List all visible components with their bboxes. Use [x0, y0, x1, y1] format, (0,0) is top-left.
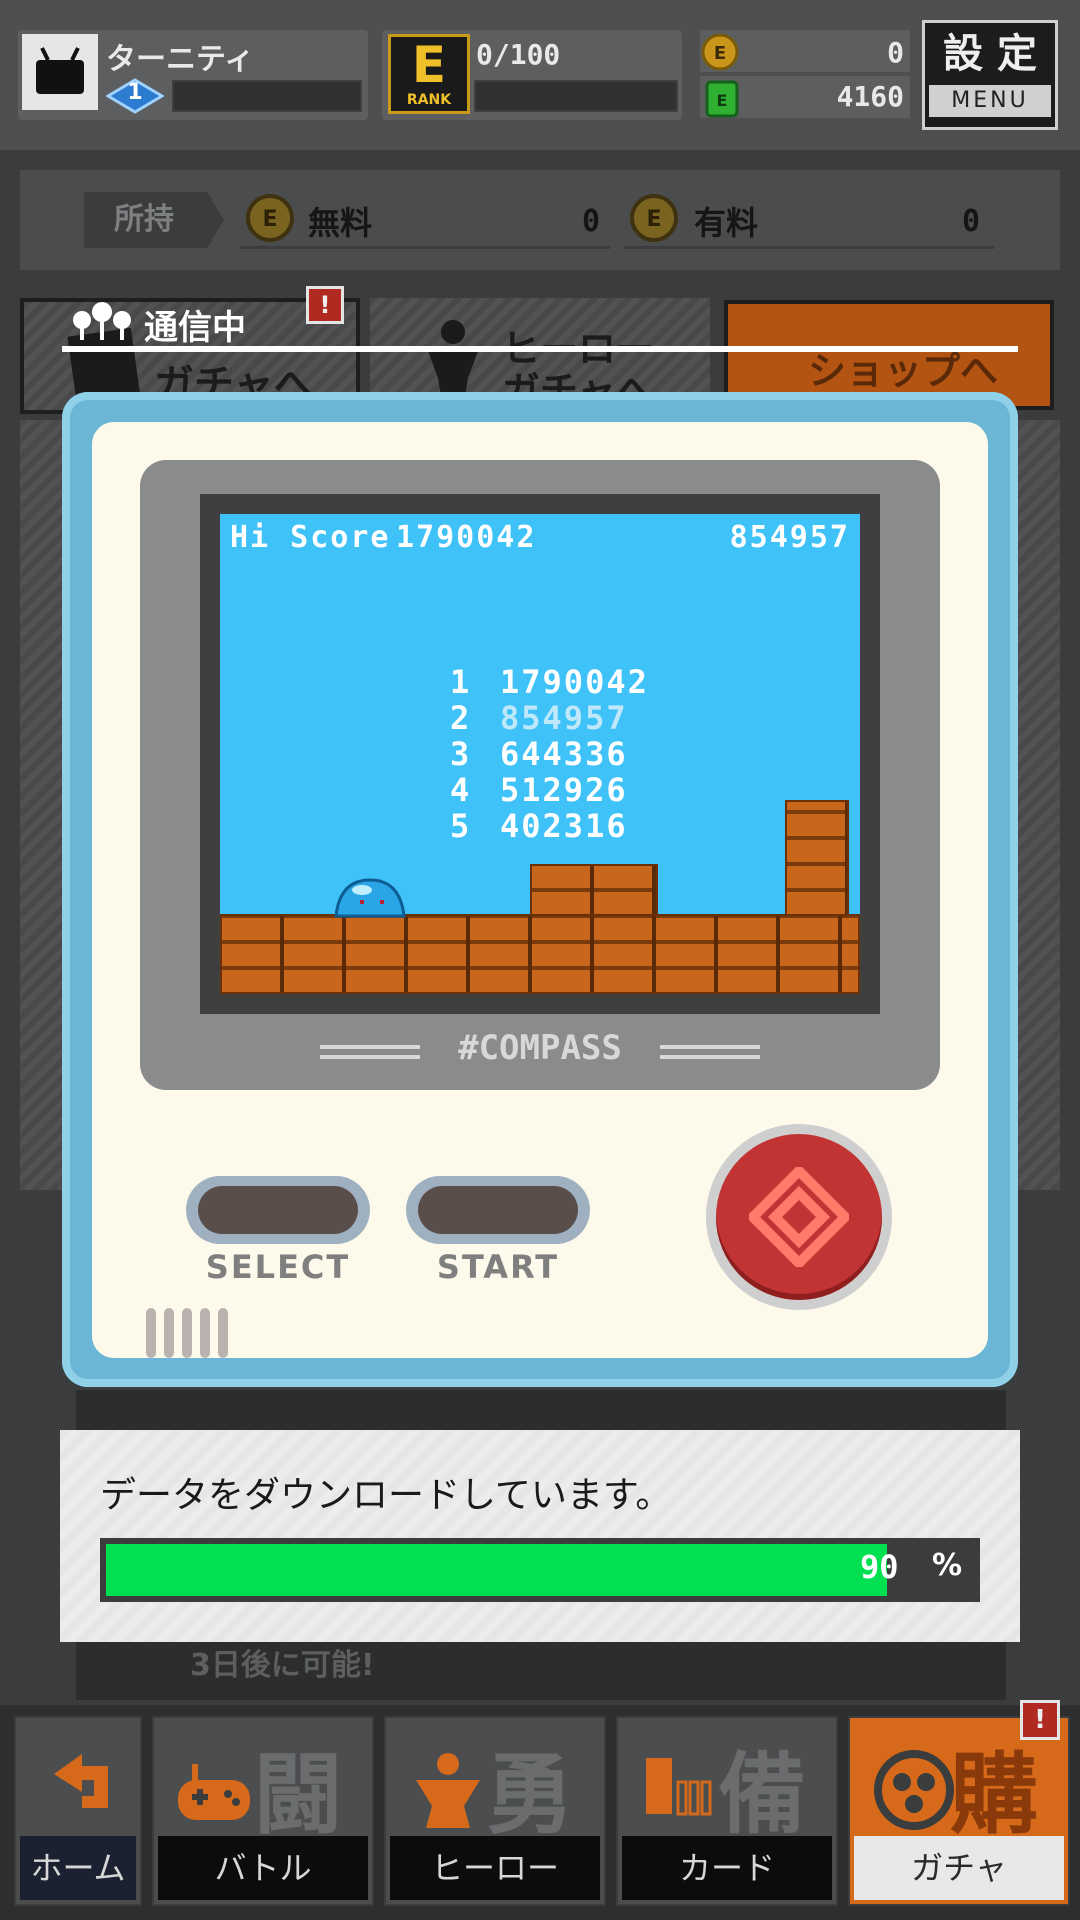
nav-hero[interactable]: 勇 ヒーロー	[384, 1716, 606, 1906]
nav-home-label: ホーム	[20, 1836, 136, 1900]
ranking-row-current: 2 854957	[450, 699, 628, 737]
green-coin-icon: E	[702, 76, 742, 124]
nav-gacha[interactable]: 購 ガチャ	[848, 1716, 1070, 1906]
rank-progress-bar	[474, 80, 678, 112]
tv-icon	[36, 47, 84, 94]
action-button[interactable]	[706, 1124, 892, 1310]
paid-value: 0	[961, 204, 980, 239]
free-label: 無料	[308, 204, 373, 242]
cooldown-text: 3日後に可能!	[190, 1648, 375, 1683]
rank-badge: E RANK	[388, 34, 470, 114]
card-nav-icon	[646, 1758, 712, 1816]
nav-gacha-kanji: 購	[950, 1743, 1039, 1846]
brand-line-right	[660, 1045, 760, 1049]
select-label: SELECT	[205, 1248, 351, 1286]
hero-nav-icon	[416, 1753, 480, 1828]
brand-line-left	[320, 1045, 420, 1049]
download-message: データをダウンロードしています。	[100, 1475, 672, 1516]
gold-coin-icon: E	[700, 32, 740, 76]
connecting-icon	[73, 302, 131, 340]
game-screen[interactable]: Hi Score 1790042 854957 1 1790042 2 854957…	[220, 514, 860, 994]
ranking-row: 4 512926	[450, 771, 628, 809]
hi-score-value: 1790042	[396, 520, 537, 555]
gamepad-icon	[178, 1764, 250, 1820]
select-button[interactable]	[186, 1176, 370, 1244]
brick-ground	[220, 914, 860, 994]
green-coin-value: 4160	[836, 80, 904, 113]
connecting-label: 通信中	[144, 308, 246, 348]
holdings-label: 所持	[114, 202, 174, 237]
settings-menu-button[interactable]: 設 定 MENU	[922, 20, 1058, 130]
player-avatar[interactable]	[22, 34, 98, 110]
download-progress-fill	[106, 1544, 887, 1596]
brick-block	[530, 864, 658, 916]
svg-text:E: E	[717, 91, 728, 110]
paid-coin-icon: E	[628, 192, 680, 248]
rank-progress-text: 0/100	[476, 38, 561, 71]
gold-coin-value: 0	[887, 36, 904, 69]
card-gacha-alert-icon: !	[306, 286, 344, 324]
gacha-alert-icon: !	[1020, 1700, 1060, 1740]
nav-battle-label: バトル	[158, 1836, 368, 1900]
nav-hero-label: ヒーロー	[390, 1836, 600, 1900]
holdings-tag: 所持	[84, 192, 224, 248]
download-percent-value: 90	[860, 1548, 899, 1586]
free-coin-icon: E	[244, 192, 296, 248]
ranking-row: 3 644336	[450, 735, 628, 773]
svg-text:E: E	[714, 43, 726, 64]
level-number: 1	[127, 80, 143, 105]
gacha-nav-icon	[874, 1750, 954, 1830]
paid-label: 有料	[694, 204, 759, 242]
player-name: ターニティ	[106, 42, 255, 77]
nav-gacha-label: ガチャ	[854, 1836, 1064, 1900]
back-arrow-icon	[54, 1754, 108, 1808]
nav-battle[interactable]: 闘 バトル	[152, 1716, 374, 1906]
settings-label: 設 定	[943, 31, 1037, 77]
nav-hero-kanji: 勇	[486, 1743, 575, 1846]
current-score: 854957	[729, 520, 850, 555]
brand-line-right	[660, 1055, 760, 1059]
download-progress-bar: 90 %	[100, 1538, 980, 1602]
download-panel	[60, 1430, 1020, 1642]
nav-card[interactable]: 備 カード	[616, 1716, 838, 1906]
rank-caption: RANK	[406, 92, 452, 108]
connecting-line	[62, 346, 1018, 352]
hi-score-label: Hi Score	[230, 520, 391, 555]
paid-underline	[624, 246, 994, 249]
nav-home[interactable]: ホーム	[14, 1716, 142, 1906]
start-label: START	[436, 1248, 560, 1286]
ranking-row: 1 1790042	[450, 663, 649, 701]
start-button-face	[418, 1186, 578, 1234]
start-button[interactable]	[406, 1176, 590, 1244]
download-percent-sign: %	[932, 1548, 963, 1583]
rank-letter: E	[411, 36, 447, 94]
exp-bar	[172, 80, 362, 112]
nav-card-label: カード	[622, 1836, 832, 1900]
slime-character	[334, 878, 406, 918]
menu-label: MENU	[929, 85, 1051, 117]
brand-label: #COMPASS	[458, 1028, 622, 1068]
nav-card-kanji: 備	[718, 1743, 807, 1846]
action-button-face	[716, 1134, 882, 1300]
svg-text:E: E	[646, 207, 661, 232]
select-button-face	[198, 1186, 358, 1234]
free-underline	[240, 246, 610, 249]
free-value: 0	[581, 204, 600, 239]
compass-logo-icon	[749, 1167, 849, 1267]
nav-battle-kanji: 闘	[254, 1743, 343, 1846]
svg-text:E: E	[262, 207, 277, 232]
level-badge: 1	[105, 78, 165, 114]
ranking-list: 1 1790042 2 854957 3 644336 4 512926 5 402316	[450, 664, 649, 844]
ranking-row: 5 402316	[450, 807, 628, 845]
brand-line-left	[320, 1055, 420, 1059]
brick-column	[785, 800, 849, 916]
